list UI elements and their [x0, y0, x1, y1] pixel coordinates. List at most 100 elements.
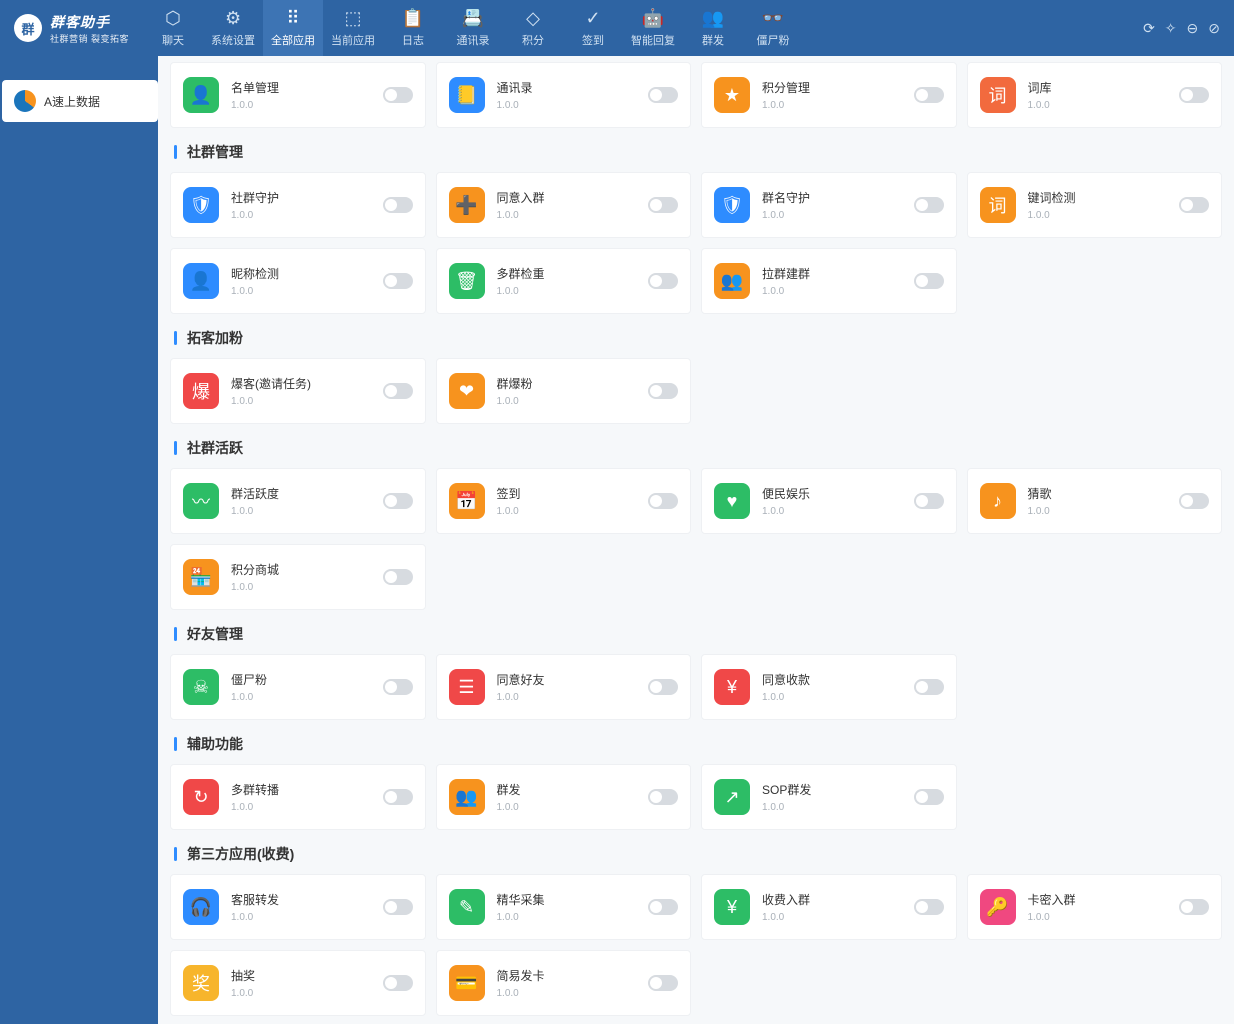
app-card[interactable]: 词词库1.0.0 — [967, 62, 1223, 128]
app-card[interactable]: 爆爆客(邀请任务)1.0.0 — [170, 358, 426, 424]
app-version: 1.0.0 — [1028, 506, 1168, 517]
nav-item-point[interactable]: ◇积分 — [503, 0, 563, 56]
pin-icon[interactable]: ✧ — [1165, 20, 1177, 37]
app-card[interactable]: 🗑多群检重1.0.0 — [436, 248, 692, 314]
app-card[interactable]: ☠僵尸粉1.0.0 — [170, 654, 426, 720]
app-toggle[interactable] — [648, 273, 678, 289]
app-toggle[interactable] — [648, 899, 678, 915]
app-header: 群 群客助手 社群营销 裂变拓客 ⬡聊天⚙系统设置⠿全部应用⬚当前应用📋日志📇通… — [0, 0, 1234, 56]
app-toggle[interactable] — [383, 569, 413, 585]
app-toggle[interactable] — [914, 899, 944, 915]
zombie-icon: 👓 — [763, 8, 783, 28]
app-icon: 词 — [980, 187, 1016, 223]
app-card[interactable]: ➕同意入群1.0.0 — [436, 172, 692, 238]
app-toggle[interactable] — [383, 383, 413, 399]
nav-item-book[interactable]: 📇通讯录 — [443, 0, 503, 56]
app-card[interactable]: 🏪积分商城1.0.0 — [170, 544, 426, 610]
app-card[interactable]: ✎精华采集1.0.0 — [436, 874, 692, 940]
app-toggle[interactable] — [648, 87, 678, 103]
refresh-icon[interactable]: ⟳ — [1143, 20, 1155, 37]
sidebar-tab[interactable]: A速上数据 — [2, 80, 158, 122]
nav-item-log[interactable]: 📋日志 — [383, 0, 443, 56]
app-card[interactable]: 〰群活跃度1.0.0 — [170, 468, 426, 534]
app-toggle[interactable] — [383, 975, 413, 991]
nav-item-chat[interactable]: ⬡聊天 — [143, 0, 203, 56]
app-grid: 〰群活跃度1.0.0📅签到1.0.0♥便民娱乐1.0.0♪猜歌1.0.0 🏪积分商… — [170, 468, 1222, 610]
app-toggle[interactable] — [648, 197, 678, 213]
app-card[interactable]: 📅签到1.0.0 — [436, 468, 692, 534]
app-version: 1.0.0 — [231, 802, 371, 813]
ai-icon: 🤖 — [643, 8, 663, 28]
nav-item-zombie[interactable]: 👓僵尸粉 — [743, 0, 803, 56]
app-toggle[interactable] — [914, 273, 944, 289]
app-version: 1.0.0 — [231, 210, 371, 221]
nav-item-allapp[interactable]: ⠿全部应用 — [263, 0, 323, 56]
app-toggle[interactable] — [1179, 899, 1209, 915]
close-icon[interactable]: ⊘ — [1208, 20, 1220, 37]
minimize-icon[interactable]: ⊖ — [1187, 20, 1199, 37]
app-card[interactable]: ★积分管理1.0.0 — [701, 62, 957, 128]
app-title: 卡密入群 — [1028, 891, 1168, 908]
app-title: 简易发卡 — [497, 967, 637, 984]
app-title: 键词检测 — [1028, 189, 1168, 206]
app-card[interactable]: 👥拉群建群1.0.0 — [701, 248, 957, 314]
app-toggle[interactable] — [383, 679, 413, 695]
app-toggle[interactable] — [914, 87, 944, 103]
app-title: 精华采集 — [497, 891, 637, 908]
nav-item-curapp[interactable]: ⬚当前应用 — [323, 0, 383, 56]
app-toggle[interactable] — [1179, 493, 1209, 509]
app-card[interactable]: 词键词检测1.0.0 — [967, 172, 1223, 238]
app-toggle[interactable] — [914, 789, 944, 805]
app-card[interactable]: 💳简易发卡1.0.0 — [436, 950, 692, 1016]
app-card[interactable]: ♪猜歌1.0.0 — [967, 468, 1223, 534]
app-toggle[interactable] — [1179, 197, 1209, 213]
nav-item-sign[interactable]: ✓签到 — [563, 0, 623, 56]
app-card[interactable]: 👤名单管理1.0.0 — [170, 62, 426, 128]
app-version: 1.0.0 — [497, 100, 637, 111]
app-grid: 爆爆客(邀请任务)1.0.0❤群爆粉1.0.0 — [170, 358, 1222, 424]
app-version: 1.0.0 — [762, 100, 902, 111]
app-card[interactable]: ☰同意好友1.0.0 — [436, 654, 692, 720]
app-card[interactable]: 👤昵称检测1.0.0 — [170, 248, 426, 314]
app-grid: ↻多群转播1.0.0👥群发1.0.0↗SOP群发1.0.0 — [170, 764, 1222, 830]
app-toggle[interactable] — [383, 789, 413, 805]
curapp-icon: ⬚ — [343, 8, 363, 28]
app-toggle[interactable] — [383, 899, 413, 915]
app-card[interactable]: 🛡社群守护1.0.0 — [170, 172, 426, 238]
app-card[interactable]: 👥群发1.0.0 — [436, 764, 692, 830]
app-version: 1.0.0 — [497, 988, 637, 999]
app-toggle[interactable] — [648, 679, 678, 695]
app-title: 同意好友 — [497, 671, 637, 688]
app-toggle[interactable] — [914, 493, 944, 509]
app-toggle[interactable] — [914, 197, 944, 213]
app-card[interactable]: ¥同意收款1.0.0 — [701, 654, 957, 720]
tab-label: A速上数据 — [44, 93, 100, 110]
app-card[interactable]: ↗SOP群发1.0.0 — [701, 764, 957, 830]
app-card[interactable]: ❤群爆粉1.0.0 — [436, 358, 692, 424]
app-card[interactable]: 🎧客服转发1.0.0 — [170, 874, 426, 940]
app-toggle[interactable] — [648, 493, 678, 509]
app-icon: 词 — [980, 77, 1016, 113]
app-card[interactable]: 📒通讯录1.0.0 — [436, 62, 692, 128]
app-card[interactable]: 🛡群名守护1.0.0 — [701, 172, 957, 238]
app-toggle[interactable] — [914, 679, 944, 695]
app-card[interactable]: 🔑卡密入群1.0.0 — [967, 874, 1223, 940]
app-icon: ¥ — [714, 889, 750, 925]
app-toggle[interactable] — [383, 273, 413, 289]
app-card[interactable]: ♥便民娱乐1.0.0 — [701, 468, 957, 534]
app-toggle[interactable] — [648, 383, 678, 399]
nav-item-sys[interactable]: ⚙系统设置 — [203, 0, 263, 56]
app-version: 1.0.0 — [762, 692, 902, 703]
app-toggle[interactable] — [383, 493, 413, 509]
app-toggle[interactable] — [648, 975, 678, 991]
nav-item-mass[interactable]: 👥群发 — [683, 0, 743, 56]
app-toggle[interactable] — [1179, 87, 1209, 103]
app-card[interactable]: 奖抽奖1.0.0 — [170, 950, 426, 1016]
app-card[interactable]: ¥收费入群1.0.0 — [701, 874, 957, 940]
app-toggle[interactable] — [383, 197, 413, 213]
section-title: 辅助功能 — [174, 734, 1222, 754]
app-card[interactable]: ↻多群转播1.0.0 — [170, 764, 426, 830]
nav-item-ai[interactable]: 🤖智能回复 — [623, 0, 683, 56]
app-toggle[interactable] — [383, 87, 413, 103]
app-toggle[interactable] — [648, 789, 678, 805]
